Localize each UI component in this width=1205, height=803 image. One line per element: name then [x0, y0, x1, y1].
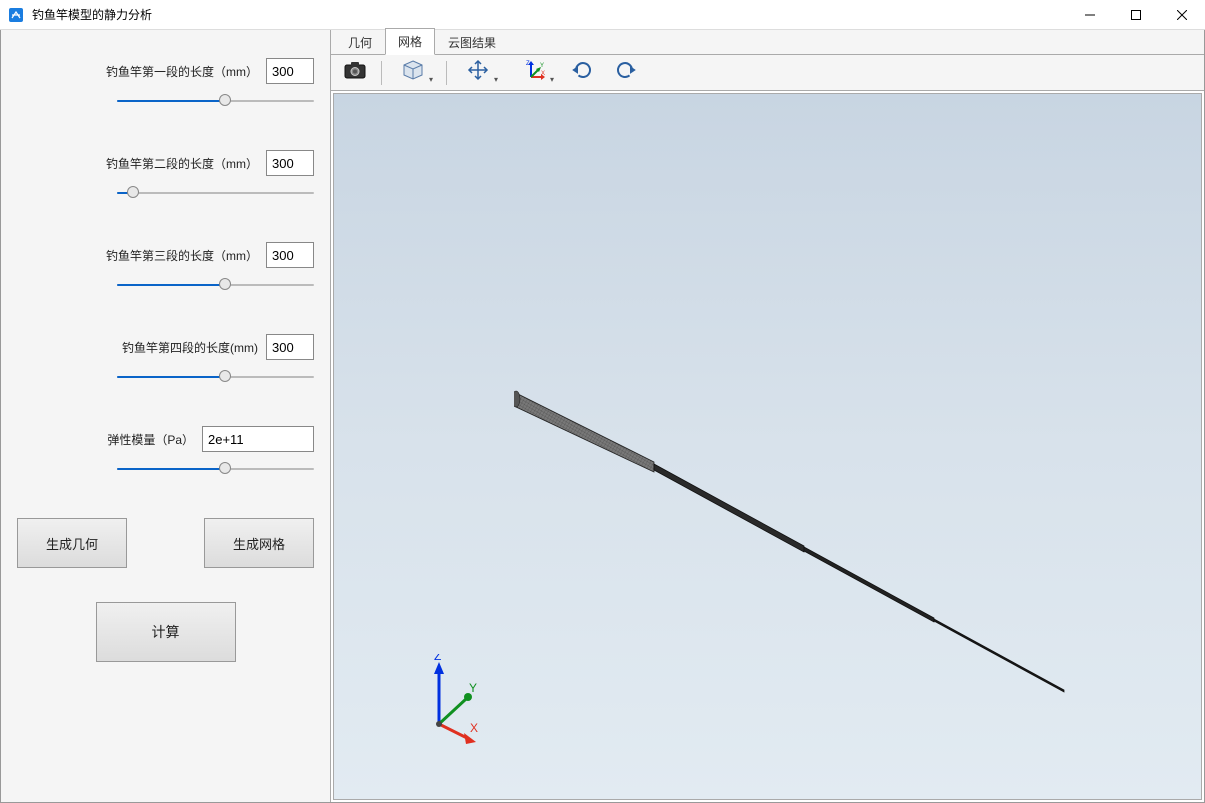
titlebar: 钓鱼竿模型的静力分析	[0, 0, 1205, 30]
viewer-toolbar: Z Y X	[331, 55, 1204, 91]
seg4-input[interactable]	[266, 334, 314, 360]
seg3-slider[interactable]	[117, 276, 314, 294]
camera-icon	[344, 61, 366, 84]
minimize-button[interactable]	[1067, 0, 1113, 30]
pan-icon	[467, 59, 489, 86]
window-title: 钓鱼竿模型的静力分析	[32, 6, 152, 23]
triad-x-label: X	[470, 721, 478, 735]
rotate-ccw-icon	[614, 59, 636, 86]
seg3-label: 钓鱼竿第三段的长度（mm）	[106, 247, 258, 264]
content: 钓鱼竿第一段的长度（mm） 钓鱼竿第二段的长度（mm） 钓鱼竿第三段的长度（mm…	[0, 30, 1205, 803]
generate-mesh-button[interactable]: 生成网格	[204, 518, 314, 568]
toolbar-separator	[446, 61, 447, 85]
parameters-panel: 钓鱼竿第一段的长度（mm） 钓鱼竿第二段的长度（mm） 钓鱼竿第三段的长度（mm…	[1, 30, 331, 802]
triad-z-label: Z	[434, 654, 441, 663]
seg4-slider[interactable]	[117, 368, 314, 386]
fishing-rod-mesh	[514, 374, 1074, 704]
tab-result[interactable]: 云图结果	[435, 29, 509, 55]
seg1-label: 钓鱼竿第一段的长度（mm）	[106, 63, 258, 80]
view-orientation-button[interactable]	[388, 58, 438, 88]
screenshot-button[interactable]	[337, 58, 373, 88]
rotate-ccw-button[interactable]	[607, 58, 643, 88]
seg1-input[interactable]	[266, 58, 314, 84]
seg1-slider[interactable]	[117, 92, 314, 110]
modulus-input[interactable]	[202, 426, 314, 452]
seg4-label: 钓鱼竿第四段的长度(mm)	[122, 339, 258, 356]
main-area: 几何 网格 云图结果	[331, 30, 1204, 802]
close-button[interactable]	[1159, 0, 1205, 30]
param-seg4: 钓鱼竿第四段的长度(mm)	[17, 334, 314, 386]
orientation-triad: Z Y X	[414, 654, 484, 744]
param-seg3: 钓鱼竿第三段的长度（mm）	[17, 242, 314, 294]
tab-geometry[interactable]: 几何	[335, 29, 385, 55]
svg-text:Y: Y	[540, 63, 544, 69]
app-icon	[8, 7, 24, 23]
triad-y-label: Y	[469, 681, 477, 695]
compute-button[interactable]: 计算	[96, 602, 236, 662]
generate-geometry-button[interactable]: 生成几何	[17, 518, 127, 568]
seg3-input[interactable]	[266, 242, 314, 268]
tab-mesh[interactable]: 网格	[385, 28, 435, 55]
seg2-label: 钓鱼竿第二段的长度（mm）	[106, 155, 258, 172]
param-seg1: 钓鱼竿第一段的长度（mm）	[17, 58, 314, 110]
viewport-3d[interactable]: Z Y X	[333, 93, 1202, 800]
seg2-slider[interactable]	[117, 184, 314, 202]
rotate-cw-icon	[572, 59, 594, 86]
toolbar-separator	[381, 61, 382, 85]
pan-button[interactable]	[453, 58, 503, 88]
param-modulus: 弹性模量（Pa）	[17, 426, 314, 478]
maximize-button[interactable]	[1113, 0, 1159, 30]
coord-axes-icon: Z Y X	[523, 59, 545, 86]
param-seg2: 钓鱼竿第二段的长度（mm）	[17, 150, 314, 202]
seg2-input[interactable]	[266, 150, 314, 176]
cube-view-icon	[402, 59, 424, 86]
modulus-label: 弹性模量（Pa）	[107, 431, 194, 448]
tabbar: 几何 网格 云图结果	[331, 30, 1204, 55]
svg-text:X: X	[541, 71, 545, 77]
modulus-slider[interactable]	[117, 460, 314, 478]
coord-system-button[interactable]: Z Y X	[509, 58, 559, 88]
rotate-cw-button[interactable]	[565, 58, 601, 88]
svg-text:Z: Z	[526, 61, 530, 67]
